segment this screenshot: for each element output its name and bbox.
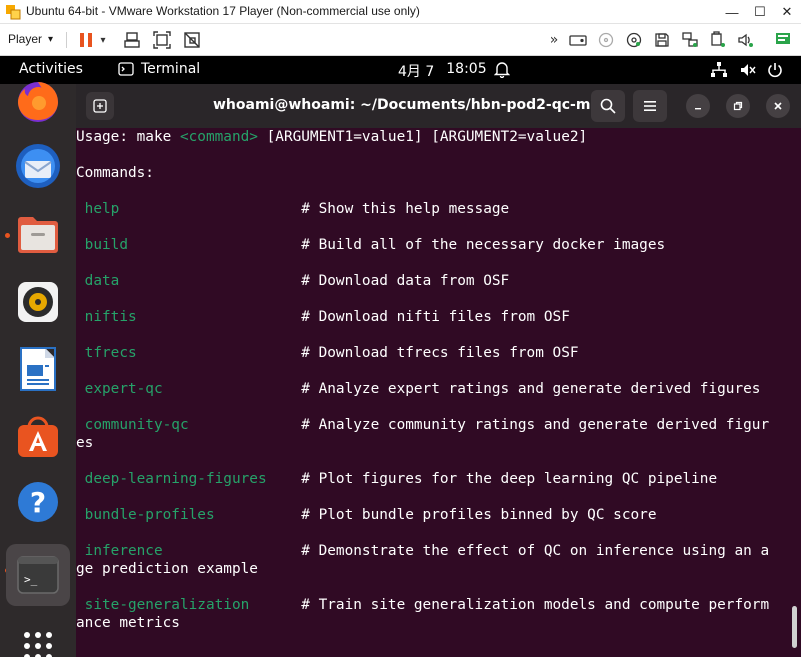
unity-mode-icon[interactable] bbox=[182, 30, 202, 50]
terminal-close-button[interactable] bbox=[766, 94, 790, 118]
network-adapter-icon[interactable] bbox=[680, 30, 700, 50]
minimize-button[interactable]: — bbox=[718, 0, 746, 24]
dock-rhythmbox[interactable] bbox=[12, 276, 64, 328]
dock-files[interactable] bbox=[12, 208, 64, 260]
command-row: site-generalization # Train site general… bbox=[76, 597, 770, 613]
sound-card-icon[interactable] bbox=[736, 30, 756, 50]
terminal-app-icon: >_ bbox=[17, 556, 59, 594]
firefox-icon bbox=[18, 82, 58, 122]
help-icon: ? bbox=[18, 482, 58, 522]
notification-bell-icon bbox=[494, 62, 510, 78]
close-icon bbox=[774, 102, 782, 110]
clock[interactable]: 4月 7 18:05 bbox=[398, 61, 487, 81]
hard-disk-icon[interactable] bbox=[568, 30, 588, 50]
chevron-down-icon: ▾ bbox=[48, 33, 54, 45]
command-row: expert-qc # Analyze expert ratings and g… bbox=[76, 381, 761, 397]
app-menu-label: Terminal bbox=[141, 61, 201, 77]
commands-heading: Commands: bbox=[76, 165, 154, 181]
thunderbird-icon bbox=[16, 144, 60, 188]
terminal-minimize-button[interactable] bbox=[686, 94, 710, 118]
command-row: niftis # Download nifti files from OSF bbox=[76, 309, 570, 325]
send-ctrl-alt-del-icon[interactable] bbox=[122, 30, 142, 50]
dock-firefox[interactable] bbox=[12, 76, 64, 128]
dock-help[interactable]: ? bbox=[12, 476, 64, 528]
player-menu[interactable]: Player ▾ bbox=[8, 32, 53, 46]
vmware-icon bbox=[6, 5, 21, 20]
command-row: inference # Demonstrate the effect of QC… bbox=[76, 543, 770, 559]
grid-icon bbox=[24, 632, 52, 657]
new-tab-button[interactable] bbox=[86, 92, 114, 120]
player-menu-label: Player bbox=[8, 32, 43, 46]
pause-dropdown-icon[interactable]: ▾ bbox=[96, 30, 110, 50]
command-row: community-qc # Analyze community ratings… bbox=[76, 417, 770, 433]
clock-date: 4月 7 bbox=[398, 64, 435, 80]
terminal-headerbar: whoami@whoami: ~/Documents/hbn-pod2-qc-m… bbox=[76, 84, 801, 128]
dock-thunderbird[interactable] bbox=[12, 140, 64, 192]
hamburger-menu-icon bbox=[644, 101, 656, 111]
running-indicator bbox=[5, 233, 10, 238]
restore-icon bbox=[733, 101, 743, 111]
terminal-maximize-button[interactable] bbox=[726, 94, 750, 118]
messages-icon[interactable] bbox=[774, 30, 794, 50]
vm-toolbar: Player ▾ ▾ » bbox=[0, 24, 801, 56]
app-menu[interactable]: Terminal bbox=[118, 61, 200, 77]
terminal-title: whoami@whoami: ~/Documents/hbn-pod2-qc-m… bbox=[213, 97, 615, 113]
terminal-window: whoami@whoami: ~/Documents/hbn-pod2-qc-m… bbox=[76, 84, 801, 657]
toolbar-divider bbox=[66, 32, 67, 48]
clock-time: 18:05 bbox=[446, 61, 487, 77]
usb-icon[interactable] bbox=[708, 30, 728, 50]
command-row: help # Show this help message bbox=[76, 201, 510, 217]
ubuntu-dock: ? >_ bbox=[0, 82, 76, 657]
terminal-icon bbox=[118, 62, 134, 76]
command-row: tfrecs # Download tfrecs files from OSF bbox=[76, 345, 579, 361]
close-button[interactable]: ✕ bbox=[773, 0, 801, 24]
search-button[interactable] bbox=[591, 90, 625, 122]
maximize-button[interactable]: ☐ bbox=[746, 0, 774, 24]
overflow-icon[interactable]: » bbox=[544, 30, 564, 50]
rhythmbox-icon bbox=[18, 282, 58, 322]
command-row: bundle-profiles # Plot bundle profiles b… bbox=[76, 507, 657, 523]
command-row-wrap: ance metrics bbox=[76, 615, 180, 631]
command-row-wrap: es bbox=[76, 435, 94, 451]
vm-titlebar: Ubuntu 64-bit - VMware Workstation 17 Pl… bbox=[0, 0, 801, 24]
files-icon bbox=[18, 217, 58, 253]
floppy-icon[interactable] bbox=[652, 30, 672, 50]
gnome-top-bar: Activities Terminal 4月 7 18:05 bbox=[0, 56, 801, 84]
fullscreen-icon[interactable] bbox=[152, 30, 172, 50]
menu-button[interactable] bbox=[633, 90, 667, 122]
minimize-icon bbox=[695, 108, 701, 110]
command-row: build # Build all of the necessary docke… bbox=[76, 237, 666, 253]
svg-text:>_: >_ bbox=[24, 573, 38, 586]
power-icon[interactable] bbox=[766, 61, 784, 79]
show-apps-button[interactable] bbox=[12, 620, 64, 657]
ubuntu-desktop: Activities Terminal 4月 7 18:05 ? >_ whoa… bbox=[0, 56, 801, 657]
cd-drive-icon[interactable] bbox=[624, 30, 644, 50]
command-row: data # Download data from OSF bbox=[76, 273, 510, 289]
dock-libreoffice-writer[interactable] bbox=[12, 343, 64, 395]
volume-muted-icon[interactable] bbox=[739, 61, 757, 79]
usage-line: Usage: make <command> [ARGUMENT1=value1]… bbox=[76, 129, 588, 145]
app-center-icon bbox=[18, 416, 58, 457]
pause-icon[interactable] bbox=[76, 30, 96, 50]
svg-text:?: ? bbox=[30, 486, 46, 519]
search-icon bbox=[600, 98, 616, 114]
activities-button[interactable]: Activities bbox=[19, 61, 83, 77]
terminal-scrollbar[interactable] bbox=[792, 606, 797, 648]
command-row-wrap: ge prediction example bbox=[76, 561, 258, 577]
terminal-output[interactable]: Usage: make <command> [ARGUMENT1=value1]… bbox=[76, 128, 801, 657]
writer-icon bbox=[20, 347, 56, 391]
dock-terminal[interactable]: >_ bbox=[6, 544, 70, 606]
command-row: deep-learning-figures # Plot figures for… bbox=[76, 471, 718, 487]
network-icon[interactable] bbox=[710, 61, 728, 79]
dock-app-center[interactable] bbox=[12, 410, 64, 462]
cd-dvd-icon[interactable] bbox=[596, 30, 616, 50]
new-tab-icon bbox=[93, 99, 107, 113]
vm-window-title: Ubuntu 64-bit - VMware Workstation 17 Pl… bbox=[26, 4, 420, 18]
